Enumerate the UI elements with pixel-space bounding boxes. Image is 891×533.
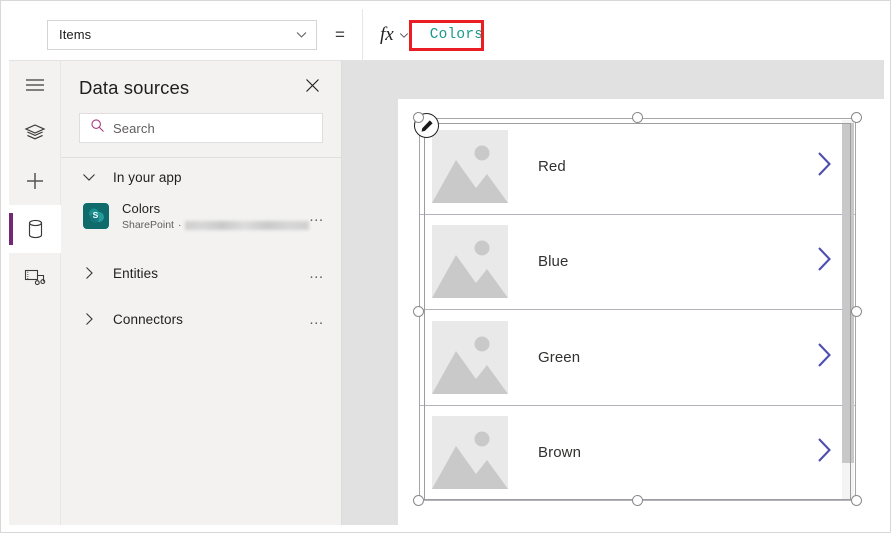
database-icon <box>27 219 44 239</box>
gallery-item[interactable]: Blue <box>420 214 855 310</box>
rail-item-data-sources[interactable] <box>9 205 61 253</box>
property-selector-dropdown[interactable]: Items <box>47 19 317 50</box>
gallery-item-label: Red <box>538 157 566 175</box>
group-label: Entities <box>113 265 159 281</box>
image-placeholder-icon <box>432 320 508 394</box>
data-source-separator: · <box>177 219 182 231</box>
gallery-container: Red Blue Green Brown <box>414 113 856 501</box>
search-input[interactable]: Search <box>79 113 323 143</box>
group-overflow-menu[interactable]: … <box>309 266 325 281</box>
gallery-item-label: Green <box>538 348 581 366</box>
gallery-item-label: Brown <box>538 444 582 462</box>
rail-item-tree-view[interactable] <box>9 109 61 157</box>
close-panel-button[interactable] <box>299 75 325 101</box>
image-placeholder-icon <box>432 416 508 490</box>
gallery-item[interactable]: Green <box>420 310 855 406</box>
image-placeholder-icon <box>432 225 508 299</box>
equals-sign: = <box>335 24 345 44</box>
property-selector-value: Items <box>59 27 92 42</box>
chevron-right-icon[interactable] <box>816 246 833 277</box>
panel-title: Data sources <box>79 77 190 98</box>
gallery-item[interactable]: Red <box>414 113 855 215</box>
close-icon <box>305 78 320 98</box>
resize-handle-top-center[interactable] <box>632 112 643 123</box>
fx-icon: fx <box>380 24 394 45</box>
selection-line-left <box>424 123 425 500</box>
resize-handle-bottom-left[interactable] <box>413 495 424 506</box>
resize-handle-top-left[interactable] <box>413 112 424 123</box>
resize-handle-top-right[interactable] <box>851 112 862 123</box>
gallery-item[interactable]: Brown <box>420 405 855 501</box>
data-source-name: Colors <box>122 201 161 216</box>
rail-item-insert[interactable] <box>9 157 61 205</box>
chevron-down-icon <box>81 169 97 185</box>
media-icon <box>24 267 46 287</box>
fx-expand-button[interactable]: fx <box>377 20 414 50</box>
chevron-right-icon[interactable] <box>816 151 833 182</box>
data-source-item-colors[interactable]: S Colors SharePoint · … <box>61 196 341 236</box>
group-connectors[interactable]: Connectors … <box>61 300 341 338</box>
rail-item-hamburger-menu[interactable] <box>9 61 61 109</box>
resize-handle-bottom-right[interactable] <box>851 495 862 506</box>
rail-item-media[interactable] <box>9 253 61 301</box>
powerapps-studio-window: Items = fx Colors Data sources Search In… <box>0 0 891 533</box>
search-icon <box>90 118 105 138</box>
hamburger-icon <box>25 77 45 93</box>
resize-handle-middle-right[interactable] <box>851 306 862 317</box>
data-source-text: Colors SharePoint · <box>122 200 309 232</box>
layers-icon <box>24 123 46 143</box>
group-label: In your app <box>113 169 182 185</box>
image-placeholder-icon <box>432 129 508 203</box>
data-sources-panel: Data sources Search In your app S Colors… <box>61 61 342 525</box>
formula-bar: Items = fx Colors <box>9 8 884 61</box>
selection-line-top <box>424 123 851 124</box>
group-label: Connectors <box>113 311 184 327</box>
formula-input[interactable]: Colors <box>426 20 884 50</box>
search-container: Search <box>61 101 341 157</box>
gallery-scrollbar-thumb[interactable] <box>842 123 854 463</box>
chevron-right-icon <box>81 311 97 327</box>
data-source-overflow-menu[interactable]: … <box>309 209 325 224</box>
formula-expression-text: Colors <box>429 26 484 43</box>
group-entities[interactable]: Entities … <box>61 254 341 292</box>
panel-header: Data sources <box>61 61 341 101</box>
group-in-your-app[interactable]: In your app <box>61 158 341 196</box>
data-source-subtitle: SharePoint · <box>122 219 309 232</box>
app-canvas: Red Blue Green Brown <box>342 61 884 525</box>
search-placeholder-text: Search <box>113 120 155 136</box>
chevron-down-icon <box>295 28 308 41</box>
svg-text:S: S <box>93 210 99 220</box>
chevron-right-icon[interactable] <box>816 342 833 373</box>
group-overflow-menu[interactable]: … <box>309 312 325 327</box>
chevron-right-icon[interactable] <box>816 437 833 468</box>
gallery-control[interactable]: Red Blue Green Brown <box>413 112 862 506</box>
sharepoint-icon: S <box>83 203 109 229</box>
gallery-item-label: Blue <box>538 253 569 271</box>
resize-handle-middle-left[interactable] <box>413 306 424 317</box>
chevron-down-icon <box>398 28 411 41</box>
chevron-right-icon <box>81 265 97 281</box>
data-source-connector: SharePoint <box>122 219 174 231</box>
app-screen[interactable]: Red Blue Green Brown <box>398 99 884 525</box>
plus-icon <box>25 171 45 191</box>
formula-divider <box>362 8 363 61</box>
data-source-url-redacted <box>185 221 309 230</box>
resize-handle-bottom-center[interactable] <box>632 495 643 506</box>
left-icon-rail <box>9 61 61 525</box>
